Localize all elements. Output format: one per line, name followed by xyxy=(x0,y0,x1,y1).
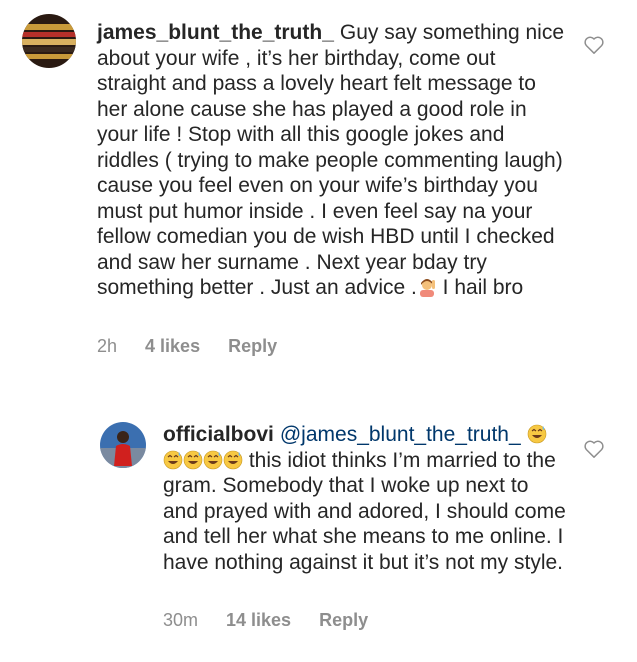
comment-body: Guy say something nice about your wife ,… xyxy=(97,21,564,299)
comment-text: officialbovi @james_blunt_the_truth_ this… xyxy=(163,422,568,575)
reply-button[interactable]: Reply xyxy=(228,336,277,357)
heart-icon[interactable] xyxy=(583,35,605,55)
likes-count[interactable]: 14 likes xyxy=(226,610,291,631)
comment-time: 2h xyxy=(97,336,118,356)
heart-icon[interactable] xyxy=(583,439,605,459)
avatar[interactable] xyxy=(22,14,76,68)
likes-count[interactable]: 4 likes xyxy=(145,336,200,357)
comment-username[interactable]: james_blunt_the_truth_ xyxy=(97,21,334,44)
person-raising-hand-icon xyxy=(419,279,435,297)
grinning-sweat-icon xyxy=(163,450,183,469)
comment-body-end: I hail bro xyxy=(436,276,524,299)
grinning-sweat-icon xyxy=(183,450,203,469)
comment-meta: 2h 4 likes Reply xyxy=(97,336,305,357)
comment-text: james_blunt_the_truth_ Guy say something … xyxy=(97,20,565,301)
avatar[interactable] xyxy=(100,422,146,468)
comment-meta: 30m 14 likes Reply xyxy=(163,610,396,631)
comment-username[interactable]: officialbovi xyxy=(163,423,274,446)
mention-link[interactable]: @james_blunt_the_truth_ xyxy=(280,423,521,446)
grinning-sweat-icon xyxy=(527,424,546,444)
grinning-sweat-icon xyxy=(223,450,243,469)
grinning-sweat-icon xyxy=(203,450,223,469)
comment-time: 30m xyxy=(163,610,199,630)
reply-button[interactable]: Reply xyxy=(319,610,368,631)
